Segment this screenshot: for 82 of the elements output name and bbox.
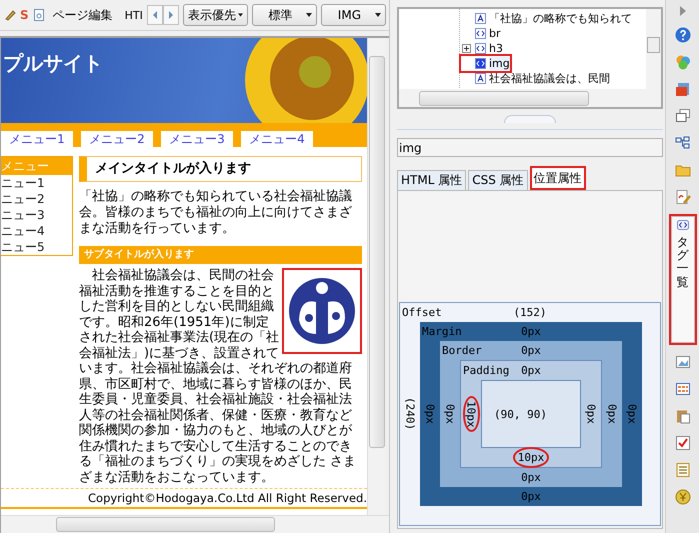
- plus-icon: [462, 44, 471, 53]
- splitter-handle[interactable]: [504, 115, 556, 123]
- box-value: (240): [404, 397, 416, 431]
- box-label: Border: [441, 344, 483, 357]
- list-icon[interactable]: [674, 462, 690, 478]
- box-value: 0px: [521, 364, 541, 377]
- box-value: 10px: [512, 447, 550, 468]
- menu-link[interactable]: メニュー3: [161, 131, 233, 147]
- left-arrow-icon: [152, 11, 158, 19]
- tree-item[interactable]: br: [461, 26, 501, 41]
- menu-link[interactable]: メニュー1: [1, 131, 73, 147]
- tree-item[interactable]: h3: [461, 41, 503, 56]
- body-paragraph: 社会福祉協議会は、民間の社会福祉活動を推進することを目的とした営利を目的としない民間組織です。昭和26年(1951年)に制定された社会福祉事業法(現在の「社会福祉法」)に基づき、設置されています。社会福祉協議会は、それぞれの都道府県、市区町村で、地域に暮らす皆様のほか、民生委員・児童委員、社会福祉施設・社会福祉法人等の社会福祉関係者、保健・医療・教育など関係機関の参加・協力のもと、地域の人びとが住み慣れたまちで安心して生活することのできる「福祉のまちづくり」の実現をめざした さまざまな活動をおこなっています。: [79, 268, 358, 485]
- windows-icon[interactable]: [674, 108, 690, 124]
- attribute-tab[interactable]: 位置属性: [530, 166, 586, 190]
- attribute-tab[interactable]: HTML 属性: [397, 170, 466, 190]
- help-icon[interactable]: [674, 27, 690, 43]
- menu-link[interactable]: ニュー2: [1, 191, 72, 207]
- grid-icon[interactable]: [674, 381, 690, 397]
- subtitle-bar: サブタイトルが入ります: [79, 246, 362, 264]
- menu-link[interactable]: メニュー2: [81, 131, 153, 147]
- image-icon[interactable]: [674, 354, 690, 370]
- box-value: 0px: [444, 404, 456, 424]
- scroll-left-button[interactable]: [146, 5, 163, 25]
- triangle-icon[interactable]: [678, 6, 686, 16]
- horizontal-scrollbar[interactable]: [399, 89, 661, 107]
- tree-diagram-icon[interactable]: [674, 135, 690, 151]
- site-title: プルサイト: [3, 50, 103, 77]
- content-size: (90, 90): [494, 408, 547, 420]
- code-icon: [475, 28, 486, 39]
- menu-link[interactable]: ニュー5: [1, 239, 72, 255]
- box-value: 0px: [606, 404, 618, 424]
- selector-field[interactable]: img: [397, 138, 663, 157]
- caret-icon: [374, 13, 381, 17]
- menu-link[interactable]: メニュー4: [241, 131, 313, 147]
- box-value: 0px: [521, 344, 541, 357]
- box-value: 0px: [424, 404, 436, 424]
- toolbar-title: ページ編集: [52, 6, 113, 24]
- horizontal-scrollbar[interactable]: [1, 515, 389, 533]
- text-node-icon: [475, 13, 486, 24]
- caret-icon: [306, 13, 312, 17]
- vertical-scrollbar[interactable]: [367, 38, 385, 515]
- copyright-text: Copyright©Hodogaya.Co.Ltd All Right Reserved.: [1, 488, 367, 509]
- document-icon[interactable]: [32, 8, 45, 22]
- box-label: Margin: [421, 325, 463, 338]
- menu-link[interactable]: ニュー4: [1, 223, 72, 239]
- box-value: 0px: [521, 471, 541, 484]
- menu-link[interactable]: ニュー3: [1, 207, 72, 223]
- box-value: 0px: [584, 404, 598, 424]
- box-value: 0px: [521, 490, 541, 503]
- window-icon[interactable]: [674, 81, 690, 97]
- document-pencil-icon[interactable]: [674, 189, 690, 205]
- menu-heading: メニュー: [1, 157, 72, 175]
- checkbox-icon[interactable]: [674, 435, 690, 451]
- intro-paragraph: 「社協」の略称でも知られている社会福祉協議会。皆様のまちでも福祉の向上に向けてさまざまな活動を行っています。: [79, 189, 353, 237]
- box-label: Padding: [462, 364, 510, 377]
- text-node-icon: [475, 73, 486, 84]
- code-icon: [475, 58, 486, 69]
- mode-label: HTI: [124, 8, 143, 22]
- pencil-icon[interactable]: [4, 9, 16, 21]
- code-icon: [676, 220, 688, 230]
- box-value: (152): [513, 306, 547, 319]
- right-arrow-icon: [168, 11, 174, 19]
- caret-icon: [238, 13, 243, 17]
- box-label: Offset: [401, 306, 443, 319]
- menu-link[interactable]: ニュー1: [1, 175, 72, 191]
- vertical-scrollbar[interactable]: [646, 9, 661, 89]
- coin-icon[interactable]: [674, 489, 690, 505]
- tree-item[interactable]: img: [461, 56, 510, 71]
- code-icon: [475, 43, 486, 54]
- side-tab[interactable]: タグ一覧: [670, 216, 694, 343]
- scroll-right-button[interactable]: [162, 5, 179, 25]
- dropdown[interactable]: 表示優先: [182, 4, 248, 26]
- tree-item[interactable]: 社会福祉協議会は、民間: [461, 71, 610, 86]
- tree-item[interactable]: 「社協」の略称でも知られて: [461, 11, 632, 26]
- clipboard-icon[interactable]: [674, 408, 690, 424]
- attribute-tab[interactable]: CSS 属性: [468, 170, 528, 190]
- dropdown[interactable]: 標準: [252, 4, 317, 26]
- dropdown[interactable]: IMG: [320, 4, 386, 26]
- box-value: 0px: [521, 325, 541, 338]
- colored-circles-icon[interactable]: [674, 54, 690, 70]
- box-value: 0px: [626, 404, 638, 424]
